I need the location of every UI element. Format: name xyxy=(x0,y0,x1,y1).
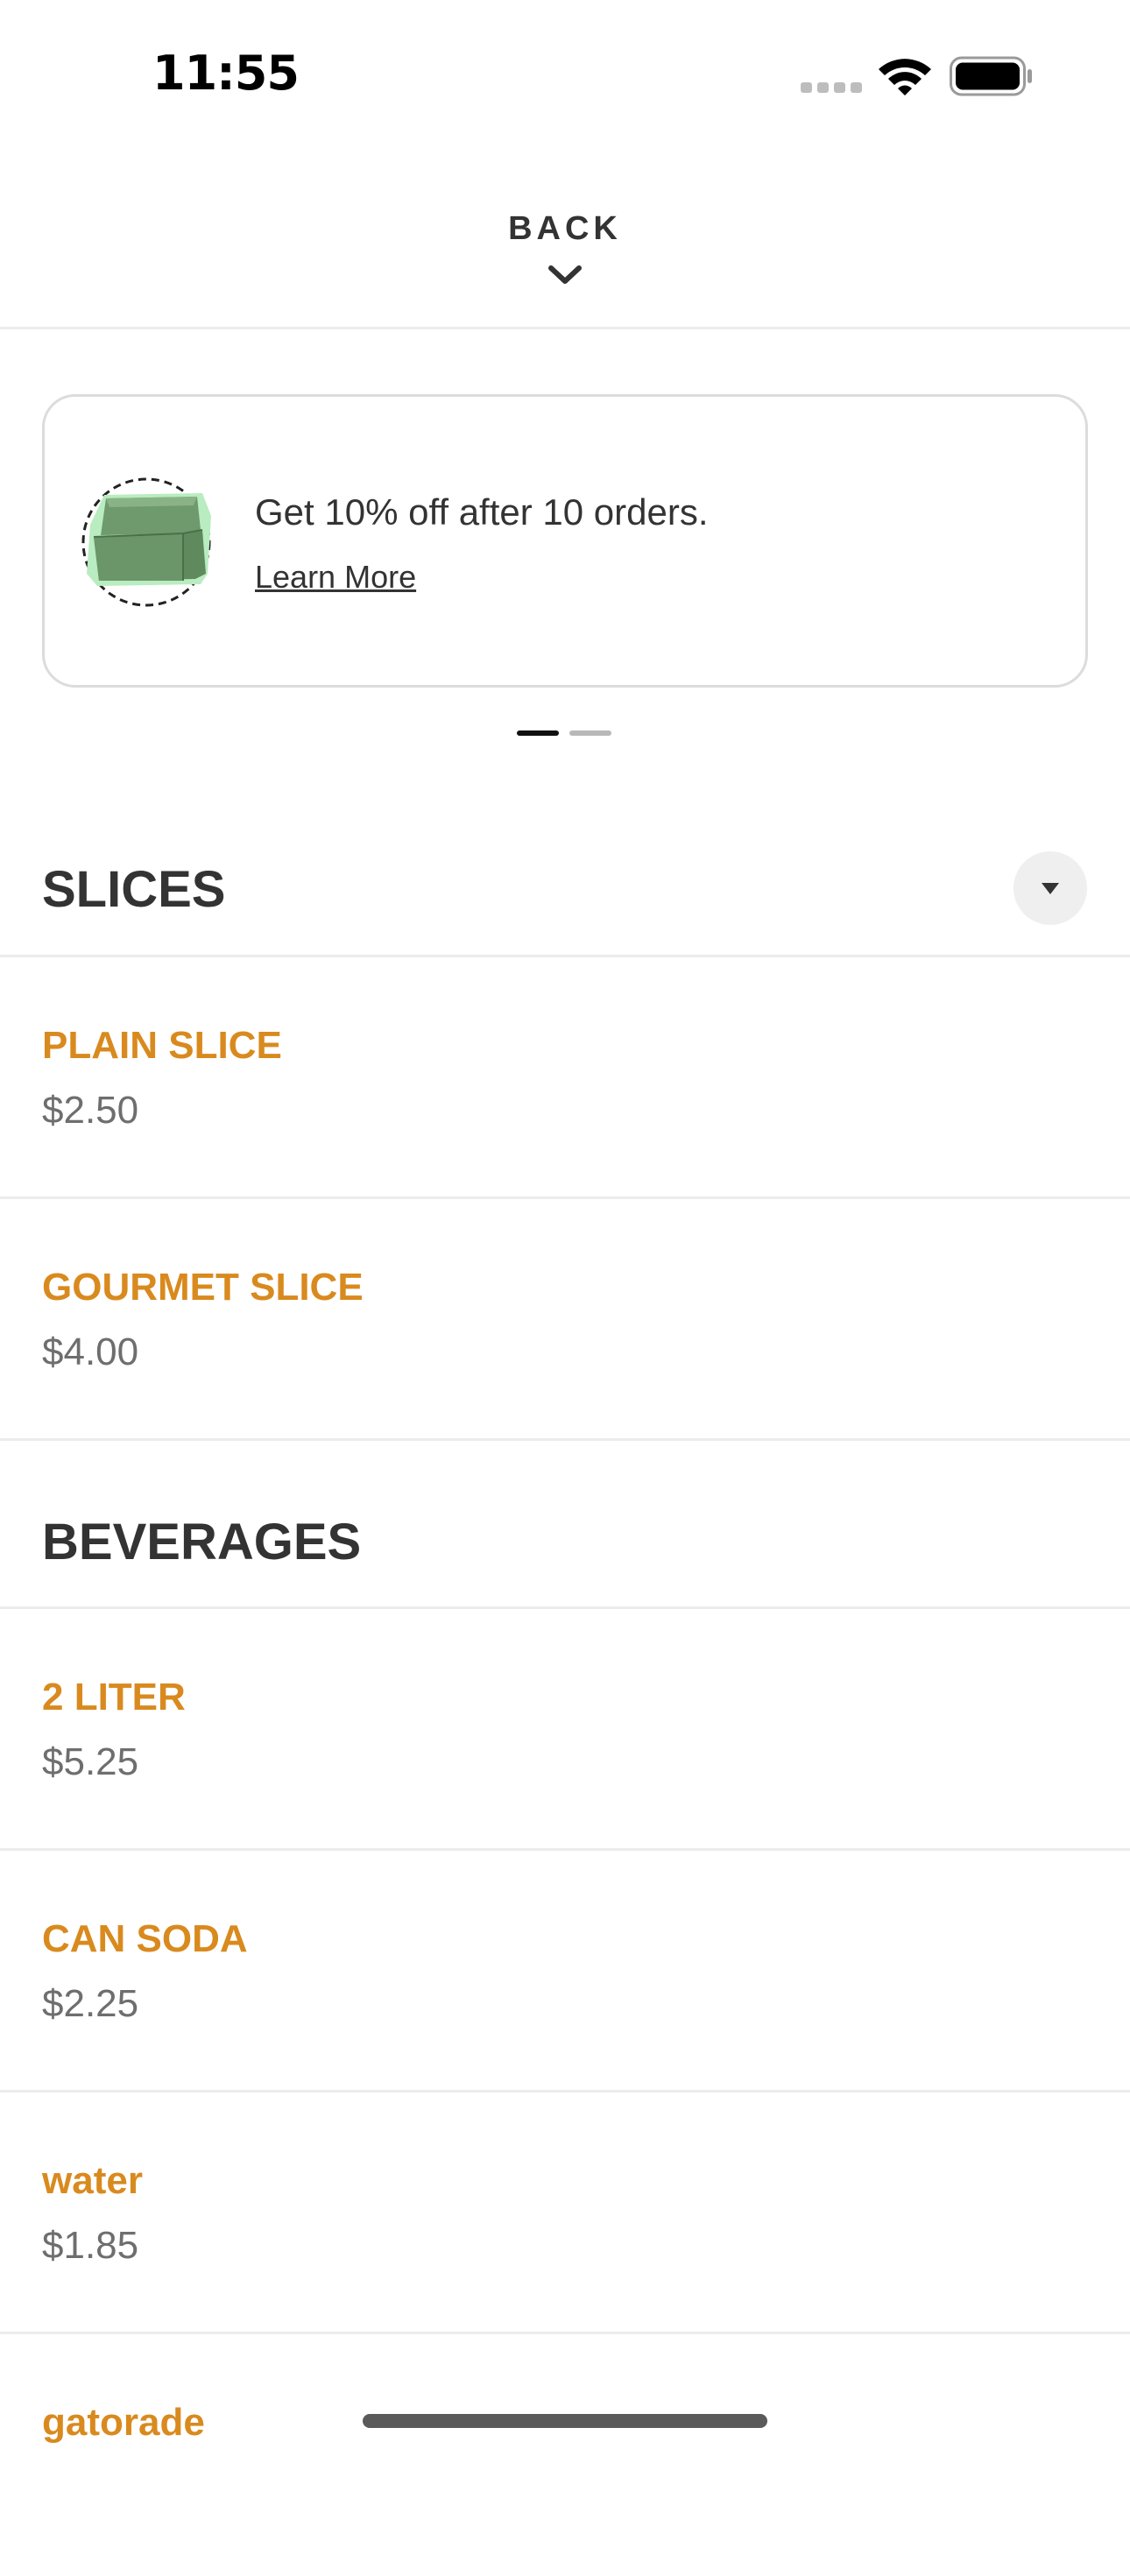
cellular-dots-icon xyxy=(801,82,862,93)
carousel-pager xyxy=(517,730,615,736)
back-button[interactable]: BACK xyxy=(0,149,1130,329)
section-header-beverages: BEVERAGES xyxy=(0,1441,1130,1609)
menu-item[interactable]: gatorade xyxy=(0,2334,1130,2576)
menu-item[interactable]: CAN SODA $2.25 xyxy=(0,1851,1130,2093)
learn-more-link[interactable]: Learn More xyxy=(255,559,416,596)
pager-dot-2[interactable] xyxy=(569,730,611,736)
item-name: gatorade xyxy=(42,2401,205,2444)
item-price: $2.50 xyxy=(42,1089,139,1132)
menu-item[interactable]: PLAIN SLICE $2.50 xyxy=(0,957,1130,1199)
menu-item[interactable]: GOURMET SLICE $4.00 xyxy=(0,1199,1130,1441)
section-header-slices: SLICES xyxy=(0,815,1130,957)
wifi-icon xyxy=(879,59,931,95)
pizza-box-icon xyxy=(81,477,211,607)
menu-item[interactable]: water $1.85 xyxy=(0,2093,1130,2334)
item-name: PLAIN SLICE xyxy=(42,1024,282,1067)
battery-icon xyxy=(950,56,1032,96)
item-price: $5.25 xyxy=(42,1740,139,1783)
item-price: $1.85 xyxy=(42,2224,139,2267)
section-title: BEVERAGES xyxy=(42,1514,362,1570)
menu-item[interactable]: 2 LITER $5.25 xyxy=(0,1609,1130,1851)
section-title: SLICES xyxy=(42,861,226,918)
back-label: BACK xyxy=(508,210,622,247)
item-name: 2 LITER xyxy=(42,1676,186,1719)
item-price: $4.00 xyxy=(42,1330,139,1373)
caret-down-icon xyxy=(1042,883,1059,894)
pager-dot-1[interactable] xyxy=(517,730,559,736)
item-name: GOURMET SLICE xyxy=(42,1266,364,1309)
collapse-section-button[interactable] xyxy=(1013,851,1087,925)
item-name: CAN SODA xyxy=(42,1917,248,1960)
chevron-down-icon xyxy=(548,265,582,284)
item-name: water xyxy=(42,2159,143,2202)
item-price: $2.25 xyxy=(42,1982,139,2025)
status-bar: 11:55 xyxy=(0,0,1130,149)
home-indicator[interactable] xyxy=(363,2414,767,2428)
promo-text: Get 10% off after 10 orders. xyxy=(255,491,709,533)
promo-card[interactable]: Get 10% off after 10 orders. Learn More xyxy=(42,394,1088,688)
status-time: 11:55 xyxy=(152,46,300,101)
